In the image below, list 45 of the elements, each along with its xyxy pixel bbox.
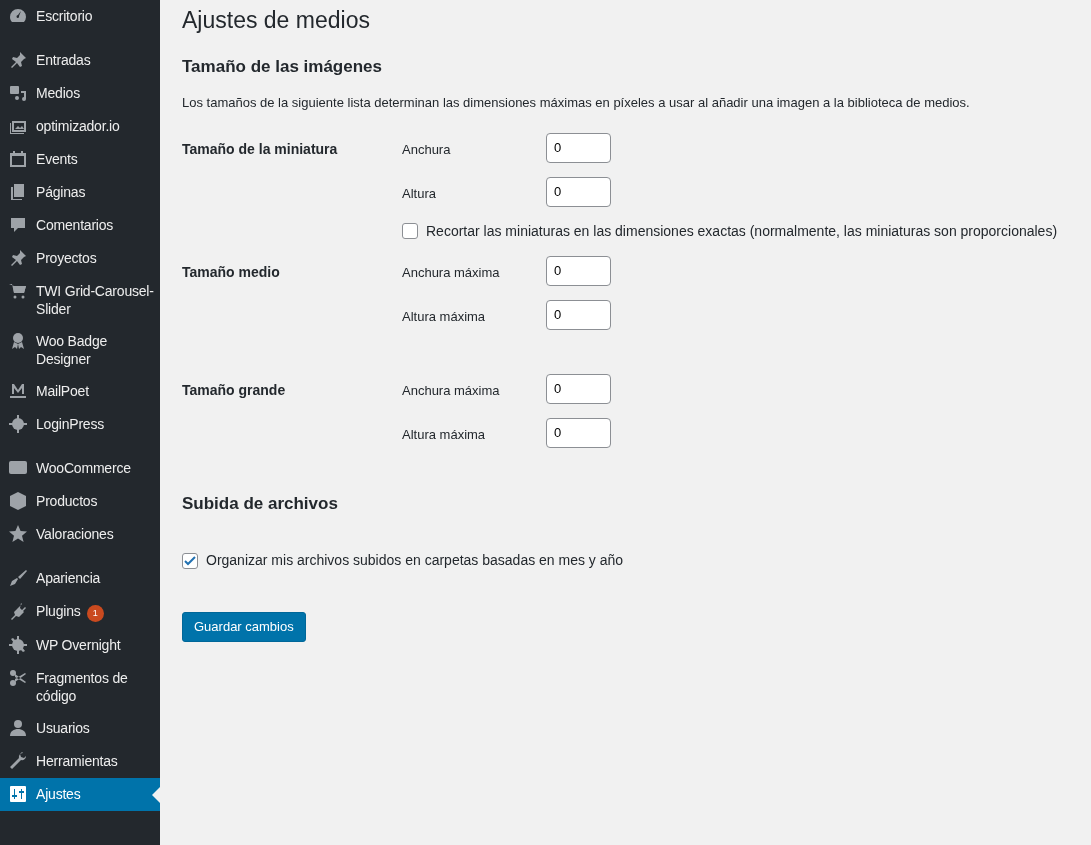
menu-item[interactable]: Proyectos: [0, 242, 160, 275]
section-heading: Subida de archivos: [182, 493, 339, 515]
menu-item[interactable]: Productos: [0, 485, 160, 518]
number-field[interactable]: 0: [546, 176, 611, 207]
number-field[interactable]: 0: [546, 417, 611, 448]
menu-item[interactable]: WooCommerce: [0, 452, 160, 485]
menu-item[interactable]: Entradas: [0, 44, 160, 77]
field-label: Anchura: [402, 140, 452, 159]
menu-item[interactable]: MailPoet: [0, 375, 160, 408]
field-label: Altura máxima: [402, 425, 487, 444]
number-field[interactable]: 0: [546, 132, 611, 163]
menu-item[interactable]: Ajustes: [0, 778, 160, 811]
number-field[interactable]: 0: [546, 255, 611, 286]
description-text: Los tamaños de la siguiente lista determinan las dimensiones máximas en píxeles a usar al añadir una imagen a la biblioteca de medios.: [182, 94, 971, 113]
field-label: Anchura máxima: [402, 263, 501, 282]
row-label: Tamaño de la miniatura: [182, 139, 339, 159]
menu-item[interactable]: Escritorio: [0, 0, 160, 33]
page-title: Ajustes de medios: [182, 6, 371, 35]
menu-item[interactable]: Plugins 1: [0, 595, 160, 629]
section-heading: Tamaño de las imágenes: [182, 57, 383, 78]
menu-item[interactable]: TWI Grid-Carousel-Slider: [0, 275, 160, 325]
checkbox-label: Recortar las miniaturas en las dimensiones exactas (normalmente, las miniaturas son proporcionales): [426, 221, 1058, 241]
number-field[interactable]: 0: [546, 373, 611, 404]
menu-item[interactable]: LoginPress: [0, 408, 160, 441]
number-field[interactable]: 0: [546, 299, 611, 330]
checkbox-label: Organizar mis archivos subidos en carpetas basadas en mes y año: [206, 551, 624, 571]
field-label: Altura: [402, 184, 437, 203]
count-badge: 1: [86, 605, 104, 622]
menu-item[interactable]: optimizador.io: [0, 110, 160, 143]
field-label: Anchura máxima: [402, 381, 501, 400]
menu-item[interactable]: WP Overnight: [0, 629, 160, 662]
menu-item[interactable]: Events: [0, 143, 160, 176]
menu-item[interactable]: Fragmentos de código: [0, 662, 160, 712]
row-label: Tamaño grande: [182, 380, 287, 400]
row-label: Tamaño medio: [182, 262, 281, 282]
menu-item[interactable]: Valoraciones: [0, 518, 160, 551]
menu-item[interactable]: Woo Badge Designer: [0, 325, 160, 375]
menu-item[interactable]: Herramientas: [0, 745, 160, 778]
menu-item[interactable]: Usuarios: [0, 712, 160, 745]
menu-item[interactable]: Páginas: [0, 176, 160, 209]
save-button[interactable]: Guardar cambios: [182, 612, 306, 643]
menu-item[interactable]: Medios: [0, 77, 160, 110]
field-label: Altura máxima: [402, 307, 487, 326]
menu-item[interactable]: Comentarios: [0, 209, 160, 242]
menu-item[interactable]: Apariencia: [0, 562, 160, 595]
